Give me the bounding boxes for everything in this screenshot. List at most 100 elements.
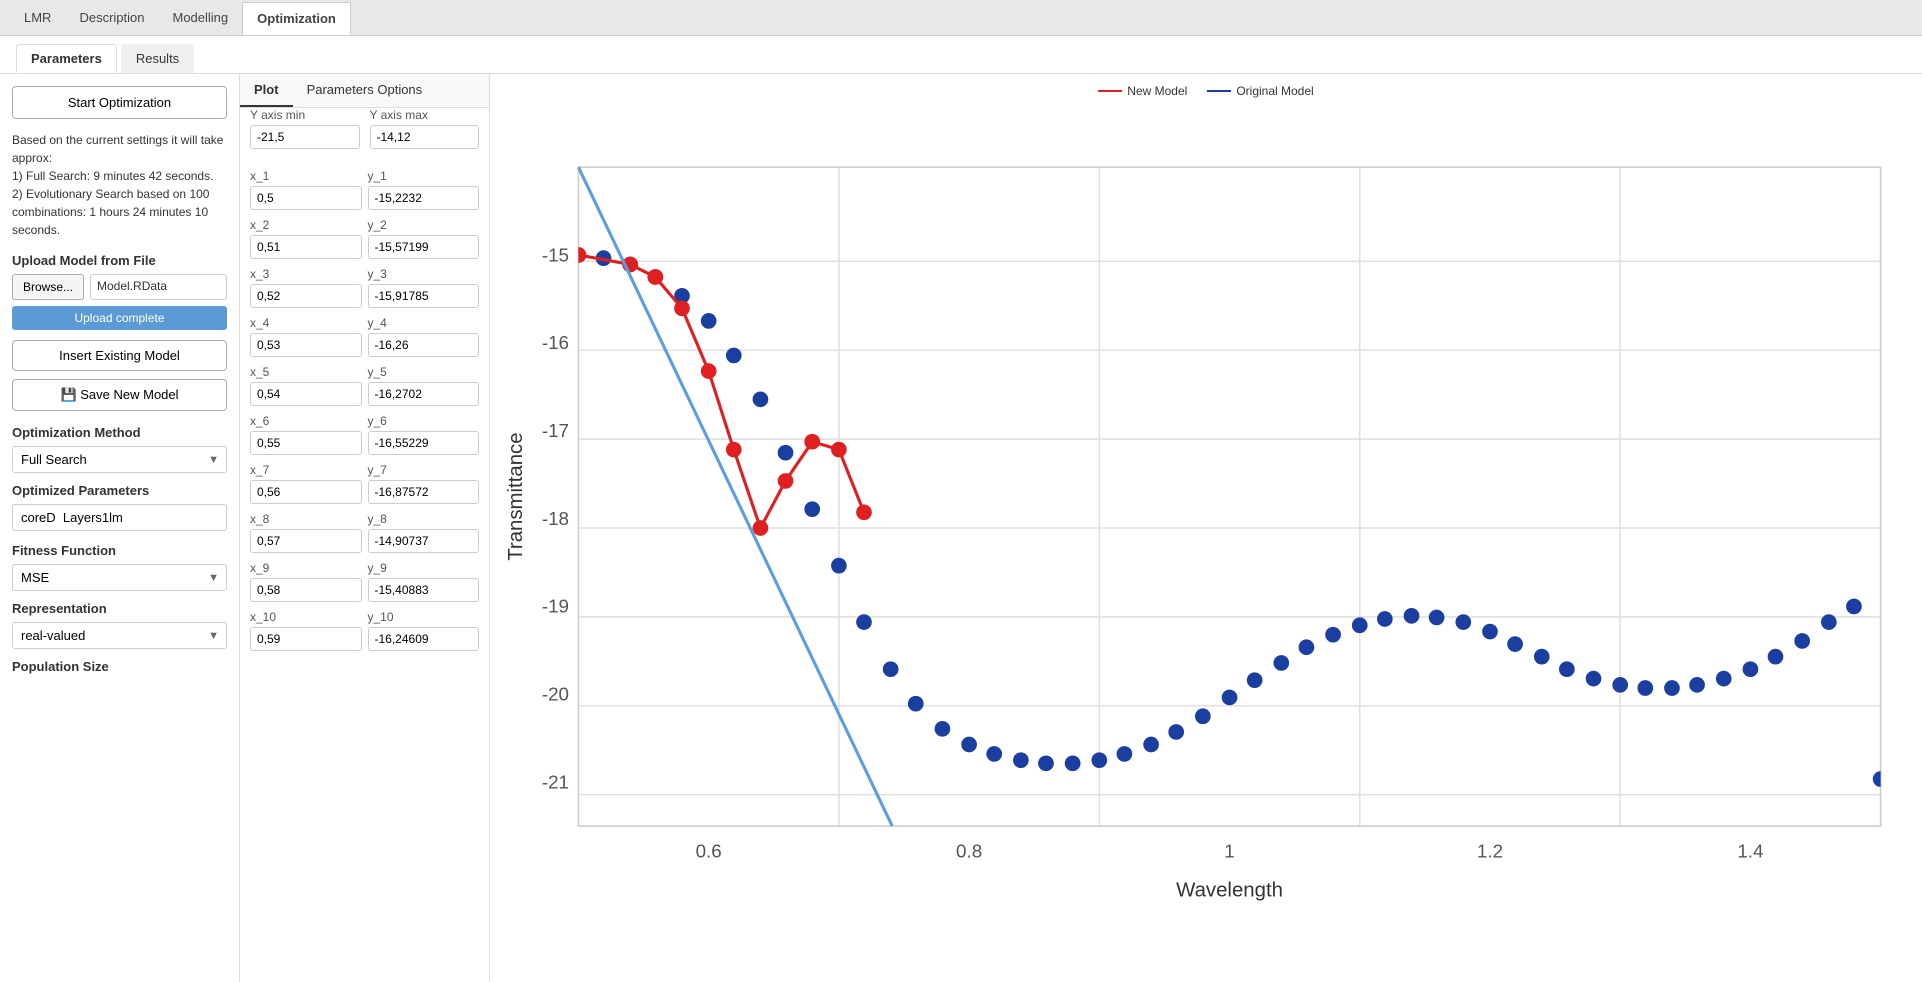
fitness-function-select[interactable]: MSE RMSE MAE	[12, 564, 227, 591]
y-col-4: y_4	[368, 316, 480, 357]
y-label-6: y_6	[368, 414, 480, 428]
main-chart: -15 -16 -17 -18 -19 -20 -21 0.6 0.8 1 1.…	[500, 104, 1912, 952]
representation-label: Representation	[12, 601, 227, 616]
y-col-3: y_3	[368, 267, 480, 308]
y-input-4[interactable]	[368, 333, 480, 357]
svg-text:-17: -17	[542, 420, 569, 441]
data-row-9: x_9 y_9	[250, 561, 479, 602]
y-label-7: y_7	[368, 463, 480, 477]
svg-text:-15: -15	[542, 244, 569, 265]
x-label-4: x_4	[250, 316, 362, 330]
x-label-1: x_1	[250, 169, 362, 183]
x-input-6[interactable]	[250, 431, 362, 455]
y-input-7[interactable]	[368, 480, 480, 504]
x-col-1: x_1	[250, 169, 362, 210]
y-label-9: y_9	[368, 561, 480, 575]
y-input-3[interactable]	[368, 284, 480, 308]
x-input-4[interactable]	[250, 333, 362, 357]
nav-description[interactable]: Description	[65, 2, 158, 33]
y-col-9: y_9	[368, 561, 480, 602]
data-row-10: x_10 y_10	[250, 610, 479, 651]
original-model-line-icon	[1207, 90, 1231, 92]
x-col-4: x_4	[250, 316, 362, 357]
tab-plot[interactable]: Plot	[240, 74, 293, 107]
x-label-9: x_9	[250, 561, 362, 575]
sub-tabs-bar: Parameters Results	[0, 36, 1922, 74]
representation-select[interactable]: real-valued binary	[12, 622, 227, 649]
y-input-2[interactable]	[368, 235, 480, 259]
y-input-9[interactable]	[368, 578, 480, 602]
x-input-5[interactable]	[250, 382, 362, 406]
x-label-10: x_10	[250, 610, 362, 624]
x-input-9[interactable]	[250, 578, 362, 602]
x-label-8: x_8	[250, 512, 362, 526]
x-input-2[interactable]	[250, 235, 362, 259]
x-col-3: x_3	[250, 267, 362, 308]
svg-text:0.6: 0.6	[696, 840, 722, 861]
x-col-5: x_5	[250, 365, 362, 406]
y-col-10: y_10	[368, 610, 480, 651]
info-text: Based on the current settings it will ta…	[12, 131, 227, 239]
plot-tabs: Plot Parameters Options	[240, 74, 489, 108]
y-col-2: y_2	[368, 218, 480, 259]
y-col-7: y_7	[368, 463, 480, 504]
save-new-model-button[interactable]: 💾 Save New Model	[12, 379, 227, 411]
file-name-display: Model.RData	[90, 274, 227, 300]
nav-lmr[interactable]: LMR	[10, 2, 65, 33]
y-input-1[interactable]	[368, 186, 480, 210]
data-row-5: x_5 y_5	[250, 365, 479, 406]
x-input-3[interactable]	[250, 284, 362, 308]
svg-text:1: 1	[1224, 840, 1234, 861]
right-panel: New Model Original Model	[490, 74, 1922, 982]
y-input-10[interactable]	[368, 627, 480, 651]
x-input-8[interactable]	[250, 529, 362, 553]
fitness-function-label: Fitness Function	[12, 543, 227, 558]
data-grid: x_1 y_1 x_2 y_2 x_3 y_3	[240, 159, 489, 669]
optimization-method-dropdown[interactable]: Full Search Evolutionary Search ▼	[12, 446, 227, 473]
representation-dropdown[interactable]: real-valued binary ▼	[12, 622, 227, 649]
y-input-5[interactable]	[368, 382, 480, 406]
blue-diagonal-line	[578, 167, 892, 826]
y-axis-min-col: Y axis min	[250, 108, 360, 149]
chart-container: -15 -16 -17 -18 -19 -20 -21 0.6 0.8 1 1.…	[500, 104, 1912, 952]
x-input-10[interactable]	[250, 627, 362, 651]
start-optimization-button[interactable]: Start Optimization	[12, 86, 227, 119]
y-label-5: y_5	[368, 365, 480, 379]
upload-status: Upload complete	[12, 306, 227, 330]
x-input-7[interactable]	[250, 480, 362, 504]
svg-text:-21: -21	[542, 771, 569, 792]
svg-text:1.2: 1.2	[1477, 840, 1503, 861]
data-row-1: x_1 y_1	[250, 169, 479, 210]
x-col-7: x_7	[250, 463, 362, 504]
optimization-method-select[interactable]: Full Search Evolutionary Search	[12, 446, 227, 473]
insert-existing-model-button[interactable]: Insert Existing Model	[12, 340, 227, 371]
tab-results[interactable]: Results	[121, 44, 194, 73]
x-input-1[interactable]	[250, 186, 362, 210]
x-col-9: x_9	[250, 561, 362, 602]
y-col-1: y_1	[368, 169, 480, 210]
nav-optimization[interactable]: Optimization	[242, 2, 351, 35]
x-col-10: x_10	[250, 610, 362, 651]
nav-modelling[interactable]: Modelling	[158, 2, 242, 33]
y-label-1: y_1	[368, 169, 480, 183]
optimized-params-input[interactable]	[12, 504, 227, 531]
legend-new-model: New Model	[1098, 84, 1187, 98]
new-model-legend-label: New Model	[1127, 84, 1187, 98]
legend-original-model: Original Model	[1207, 84, 1313, 98]
y-label-10: y_10	[368, 610, 480, 624]
fitness-function-dropdown[interactable]: MSE RMSE MAE ▼	[12, 564, 227, 591]
data-row-3: x_3 y_3	[250, 267, 479, 308]
svg-text:-20: -20	[542, 684, 569, 705]
y-input-6[interactable]	[368, 431, 480, 455]
left-panel: Start Optimization Based on the current …	[0, 74, 240, 982]
tab-parameters[interactable]: Parameters	[16, 44, 117, 73]
new-model-line-icon	[1098, 90, 1122, 92]
new-model-line	[571, 247, 872, 536]
tab-parameters-options[interactable]: Parameters Options	[293, 74, 437, 107]
y-axis-max-input[interactable]	[370, 125, 480, 149]
y-axis-min-input[interactable]	[250, 125, 360, 149]
y-input-8[interactable]	[368, 529, 480, 553]
browse-button[interactable]: Browse...	[12, 274, 84, 300]
optimized-params-label: Optimized Parameters	[12, 483, 227, 498]
x-label-6: x_6	[250, 414, 362, 428]
